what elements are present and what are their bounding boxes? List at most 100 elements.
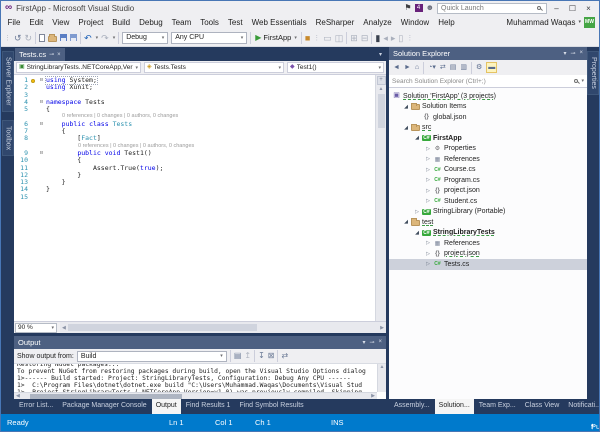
panel-tab-solution[interactable]: Solution... <box>435 399 474 414</box>
toolbar-grip-3[interactable]: ⋮ <box>406 34 413 42</box>
redo-caret-icon[interactable]: ▾ <box>113 35 116 41</box>
toolbar-grip-2[interactable]: ⋮ <box>313 34 320 42</box>
document-tab-tests-cs[interactable]: Tests.cs ⊸ × <box>15 48 65 61</box>
debug-configuration-combo[interactable]: Debug▾ <box>122 32 168 44</box>
properties-icon[interactable]: ⚙ <box>476 63 482 72</box>
editor-horizontal-scrollbar[interactable]: ◀ ▶ <box>60 322 386 333</box>
document-list-caret-icon[interactable]: ▾ <box>379 51 382 58</box>
menu-project[interactable]: Project <box>74 18 108 27</box>
dock-tab-properties[interactable]: Properties <box>587 51 599 95</box>
split-editor-handle[interactable]: + <box>377 76 386 85</box>
scroll-thumb[interactable] <box>378 94 385 128</box>
tree-item-global-json[interactable]: {}global.json <box>389 112 587 123</box>
se-back-icon[interactable]: ◄ <box>393 63 400 72</box>
se-home-icon[interactable]: ⌂ <box>415 63 419 72</box>
menu-team[interactable]: Team <box>167 18 196 27</box>
tree-item-stringlibrarytests[interactable]: ◢C#StringLibraryTests <box>389 228 587 239</box>
panel-tab-error-list[interactable]: Error List... <box>15 399 57 414</box>
close-panel-icon[interactable]: × <box>579 50 583 57</box>
panel-tab-package-manager-console[interactable]: Package Manager Console <box>58 399 150 414</box>
menu-debug[interactable]: Debug <box>135 18 168 27</box>
undo-caret-icon[interactable]: ▾ <box>96 35 99 41</box>
solution-explorer-title-bar[interactable]: Solution Explorer ▾ ⊸ × <box>389 47 587 60</box>
dock-tab-server-explorer[interactable]: Server Explorer <box>2 51 14 112</box>
expander-collapsed-icon[interactable]: ▷ <box>424 167 432 173</box>
goto-next-message-icon[interactable]: ↧ <box>258 351 265 361</box>
panel-tab-notificati[interactable]: Notificati... <box>564 399 600 414</box>
panel-tab-assembly[interactable]: Assembly... <box>390 399 434 414</box>
close-tab-icon[interactable]: × <box>57 52 61 58</box>
tree-item-references[interactable]: ▷▦References <box>389 238 587 249</box>
expander-expanded-icon[interactable]: ◢ <box>402 125 410 131</box>
toolbar-grip[interactable]: ⋮ <box>4 34 11 42</box>
menu-tools[interactable]: Tools <box>196 18 224 27</box>
scroll-right-icon[interactable]: ▶ <box>378 325 386 331</box>
tree-item-student-cs[interactable]: ▷C#Student.cs <box>389 196 587 207</box>
tree-item-tests-cs[interactable]: ▷C#Tests.cs <box>389 259 587 270</box>
code-editor[interactable]: 1⊟using System;2using Xunit;34⊟namespace… <box>14 75 375 321</box>
tree-item-solution-items[interactable]: ◢Solution Items <box>389 102 587 113</box>
pin-icon[interactable]: ⊸ <box>369 339 374 346</box>
show-all-files-icon[interactable]: ▤ <box>450 63 457 72</box>
menu-window[interactable]: Window <box>396 18 433 27</box>
fold-margin[interactable]: ⊟ <box>37 99 46 106</box>
hscroll-thumb[interactable] <box>68 324 257 331</box>
find-message-icon[interactable]: ▤ <box>234 351 242 361</box>
sync-with-active-document-icon[interactable]: ⇄ <box>440 63 446 72</box>
notifications-flag-icon[interactable]: ⚑ <box>404 3 411 13</box>
redo-icon[interactable]: ↷ <box>101 32 109 44</box>
pending-changes-filter-icon[interactable]: ◔▾ <box>428 63 436 72</box>
close-button[interactable]: × <box>582 3 595 14</box>
expander-collapsed-icon[interactable]: ▷ <box>424 146 432 152</box>
run-button[interactable]: ▶ FirstApp ▾ <box>254 33 298 42</box>
lightbulb-icon[interactable] <box>31 79 35 83</box>
tree-item-firstapp[interactable]: ◢C#FirstApp <box>389 133 587 144</box>
tree-item-stringlibrary-portable[interactable]: ▷C#StringLibrary (Portable) <box>389 207 587 218</box>
navigate-backward-icon[interactable]: ↺ <box>14 32 22 44</box>
fold-margin[interactable]: ⊟ <box>37 121 46 128</box>
expander-expanded-icon[interactable]: ◢ <box>413 135 421 141</box>
save-all-icon[interactable] <box>70 34 77 41</box>
tree-item-solution-firstapp-3-projects[interactable]: ▣Solution 'FirstApp' (3 projects) <box>389 91 587 102</box>
panel-tab-output[interactable]: Output <box>152 399 181 414</box>
expander-collapsed-icon[interactable]: ▷ <box>424 177 432 183</box>
tree-item-program-cs[interactable]: ▷C#Program.cs <box>389 175 587 186</box>
window-position-caret-icon[interactable]: ▾ <box>362 339 365 346</box>
member-dropdown[interactable]: ◆ Test1()▾ <box>287 62 384 73</box>
tree-item-project-json[interactable]: ▷{}project.json <box>389 249 587 260</box>
close-panel-icon[interactable]: × <box>378 339 382 346</box>
new-file-icon[interactable] <box>39 34 45 42</box>
user-menu-caret-icon[interactable]: ▾ <box>578 19 581 25</box>
menu-help[interactable]: Help <box>434 18 459 27</box>
save-icon[interactable] <box>60 34 67 41</box>
editor-vertical-scrollbar[interactable]: + ▲ <box>375 75 386 321</box>
notification-count-badge[interactable]: 4 <box>415 4 423 12</box>
tree-item-references[interactable]: ▷▦References <box>389 154 587 165</box>
clear-all-icon[interactable]: ⊠ <box>268 351 275 361</box>
fold-margin[interactable]: ⊟ <box>37 77 46 84</box>
panel-tab-class-view[interactable]: Class View <box>521 399 564 414</box>
open-file-icon[interactable] <box>48 36 57 42</box>
tree-item-src[interactable]: ◢src <box>389 123 587 134</box>
expander-collapsed-icon[interactable]: ▷ <box>413 209 421 215</box>
output-source-combo[interactable]: Build▾ <box>77 351 227 362</box>
user-name[interactable]: Muhammad Waqas <box>506 18 575 27</box>
clear-bookmarks-icon[interactable]: ▯ <box>398 32 403 44</box>
scroll-up-icon[interactable]: ▲ <box>379 86 384 92</box>
dock-tab-toolbox[interactable]: Toolbox <box>2 120 14 156</box>
expander-collapsed-icon[interactable]: ▷ <box>424 261 432 267</box>
output-scroll-up-icon[interactable]: ▲ <box>378 364 386 370</box>
output-title-bar[interactable]: Output ▾ ⊸ × <box>14 336 386 349</box>
expander-collapsed-icon[interactable]: ▷ <box>424 156 432 162</box>
tree-item-project-json[interactable]: ▷{}project.json <box>389 186 587 197</box>
user-avatar[interactable]: MW <box>584 17 595 28</box>
panel-tab-find-symbol-results[interactable]: Find Symbol Results <box>235 399 307 414</box>
minimize-button[interactable]: – <box>550 3 563 14</box>
panel-tab-team-exp[interactable]: Team Exp... <box>475 399 520 414</box>
menu-analyze[interactable]: Analyze <box>359 18 396 27</box>
type-dropdown[interactable]: ◈ Tests.Tests▾ <box>144 62 284 73</box>
tree-item-test[interactable]: ◢test <box>389 217 587 228</box>
preview-changes-icon[interactable]: ◫ <box>335 32 344 44</box>
menu-view[interactable]: View <box>48 18 74 27</box>
goto-previous-message-icon[interactable]: ↥ <box>244 351 251 361</box>
